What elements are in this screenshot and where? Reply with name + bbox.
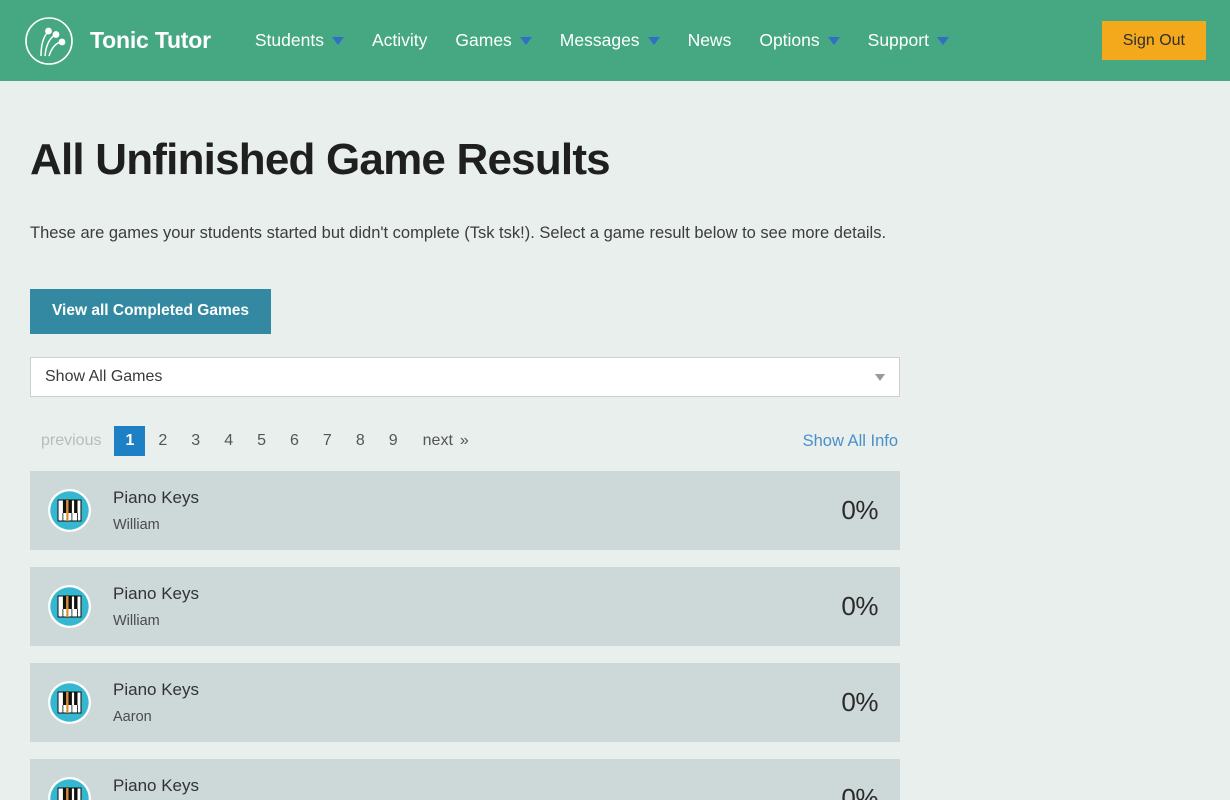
pagination-page-4[interactable]: 4	[213, 426, 244, 457]
nav-item-students[interactable]: Students	[241, 0, 358, 81]
nav-item-games[interactable]: Games	[441, 0, 545, 81]
score-value: 0%	[841, 495, 878, 526]
score-value: 0%	[841, 687, 878, 718]
game-result-text: Piano Keys Aaron	[113, 775, 841, 800]
pagination-page-7[interactable]: 7	[312, 426, 343, 457]
pagination: previous 1 2 3 4 5 6 7 8 9 next »	[30, 426, 469, 457]
student-name: Aaron	[113, 708, 841, 726]
game-result-text: Piano Keys William	[113, 487, 841, 533]
game-result-row[interactable]: Piano Keys William 0%	[30, 567, 900, 646]
chevron-down-icon	[520, 37, 532, 45]
view-completed-games-button[interactable]: View all Completed Games	[30, 289, 271, 334]
page-description: These are games your students started bu…	[30, 222, 900, 245]
page-content: All Unfinished Game Results These are ga…	[0, 81, 930, 800]
nav-item-label: Options	[759, 30, 819, 51]
chevron-down-icon	[332, 37, 344, 45]
page-title: All Unfinished Game Results	[30, 81, 900, 184]
chevron-down-icon	[875, 374, 885, 381]
nav-menu: Students Activity Games Messages News Op…	[241, 0, 963, 81]
nav-item-activity[interactable]: Activity	[358, 0, 441, 81]
pagination-next[interactable]: next »	[411, 432, 469, 450]
game-result-text: Piano Keys Aaron	[113, 679, 841, 725]
pagination-page-8[interactable]: 8	[345, 426, 376, 457]
game-result-row[interactable]: Piano Keys William 0%	[30, 471, 900, 550]
game-filter-select[interactable]: Show All Games	[30, 357, 900, 397]
show-all-info-link[interactable]: Show All Info	[803, 432, 900, 451]
pagination-page-5[interactable]: 5	[246, 426, 277, 457]
piano-keys-icon	[48, 489, 91, 532]
nav-item-label: Activity	[372, 30, 427, 51]
piano-keys-icon	[48, 585, 91, 628]
game-result-row[interactable]: Piano Keys Aaron 0%	[30, 663, 900, 742]
tonic-tutor-logo-icon[interactable]	[24, 16, 74, 66]
pagination-page-6[interactable]: 6	[279, 426, 310, 457]
game-name: Piano Keys	[113, 679, 841, 700]
sign-out-button[interactable]: Sign Out	[1102, 21, 1206, 60]
game-filter-selected-value: Show All Games	[45, 368, 162, 386]
piano-keys-icon	[48, 777, 91, 800]
game-results-list: Piano Keys William 0%	[30, 471, 900, 800]
piano-keys-icon	[48, 681, 91, 724]
chevron-down-icon	[937, 37, 949, 45]
nav-item-label: Support	[868, 30, 929, 51]
student-name: William	[113, 516, 841, 534]
nav-item-options[interactable]: Options	[745, 0, 853, 81]
chevron-down-icon	[648, 37, 660, 45]
pagination-previous[interactable]: previous	[30, 426, 112, 457]
game-name: Piano Keys	[113, 583, 841, 604]
game-result-text: Piano Keys William	[113, 583, 841, 629]
chevron-down-icon	[828, 37, 840, 45]
score-value: 0%	[841, 591, 878, 622]
pagination-page-2[interactable]: 2	[147, 426, 178, 457]
nav-item-label: Games	[455, 30, 511, 51]
nav-item-messages[interactable]: Messages	[546, 0, 674, 81]
game-name: Piano Keys	[113, 775, 841, 796]
nav-item-label: News	[688, 30, 732, 51]
nav-item-support[interactable]: Support	[854, 0, 963, 81]
nav-item-label: Messages	[560, 30, 640, 51]
pagination-row: previous 1 2 3 4 5 6 7 8 9 next » Show A…	[30, 425, 900, 457]
top-navigation-bar: Tonic Tutor Students Activity Games Mess…	[0, 0, 1230, 81]
score-value: 0%	[841, 783, 878, 800]
pagination-page-3[interactable]: 3	[180, 426, 211, 457]
nav-item-label: Students	[255, 30, 324, 51]
double-chevron-right-icon: »	[460, 432, 469, 450]
pagination-next-label: next	[423, 432, 453, 450]
brand-name[interactable]: Tonic Tutor	[90, 27, 211, 54]
game-result-row[interactable]: Piano Keys Aaron 0%	[30, 759, 900, 800]
nav-item-news[interactable]: News	[674, 0, 746, 81]
pagination-page-1[interactable]: 1	[114, 426, 145, 457]
pagination-page-9[interactable]: 9	[378, 426, 409, 457]
student-name: William	[113, 612, 841, 630]
game-name: Piano Keys	[113, 487, 841, 508]
